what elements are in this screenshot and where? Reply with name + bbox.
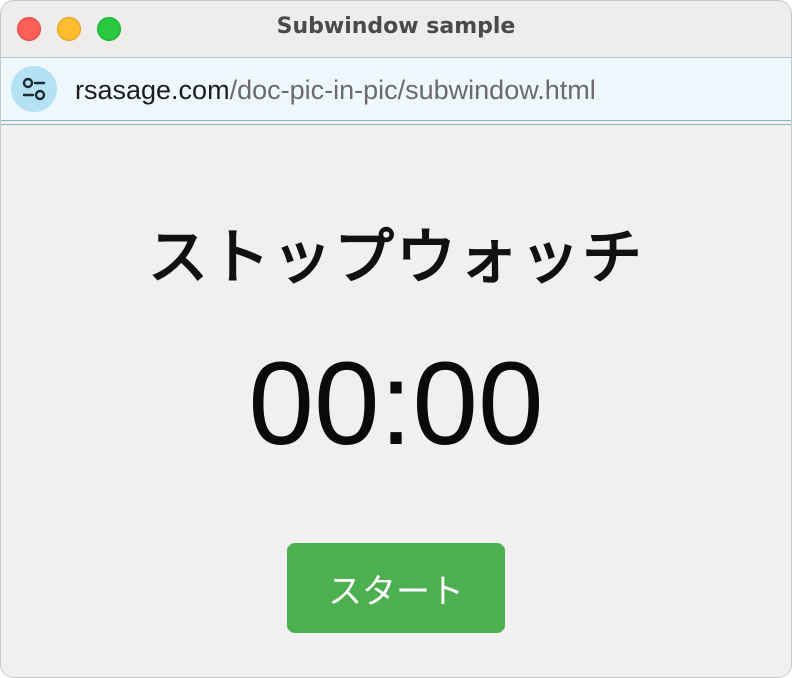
- url-text[interactable]: rsasage.com/doc-pic-in-pic/subwindow.htm…: [75, 75, 596, 106]
- start-button[interactable]: スタート: [287, 543, 505, 633]
- url-bar[interactable]: rsasage.com/doc-pic-in-pic/subwindow.htm…: [1, 57, 791, 121]
- sliders-icon: [22, 77, 46, 101]
- url-path: /doc-pic-in-pic/subwindow.html: [229, 75, 596, 105]
- page-title: ストップウォッチ: [148, 223, 644, 293]
- site-info-button[interactable]: [11, 66, 57, 112]
- browser-window: Subwindow sample rsasage.com/doc-pic-in-…: [0, 0, 792, 678]
- url-domain: rsasage.com: [75, 75, 230, 105]
- window-title: Subwindow sample: [276, 14, 516, 39]
- title-bar[interactable]: Subwindow sample: [1, 1, 791, 57]
- page-content: ストップウォッチ 00:00 スタート: [1, 125, 791, 677]
- timer-display: 00:00: [248, 338, 544, 470]
